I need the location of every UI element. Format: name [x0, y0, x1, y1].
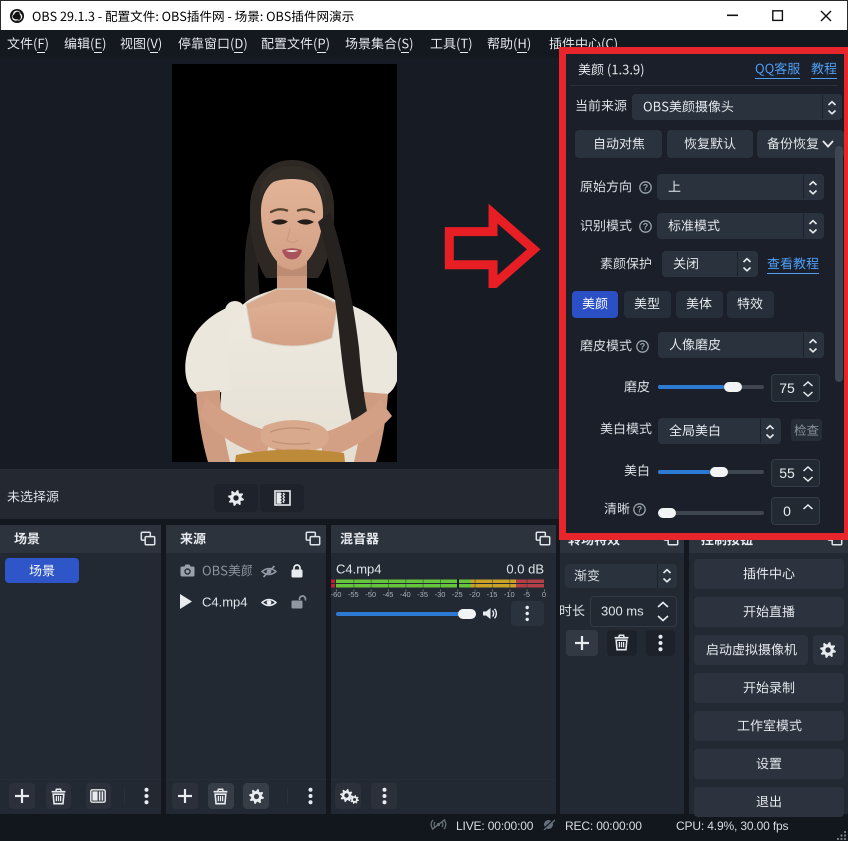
svg-text:-20: -20 [469, 590, 480, 598]
svg-text:0: 0 [542, 590, 546, 598]
svg-text:-60: -60 [331, 590, 341, 598]
svg-text:-25: -25 [452, 590, 463, 598]
svg-text:-55: -55 [348, 590, 359, 598]
svg-text:-10: -10 [504, 590, 515, 598]
svg-text:-5: -5 [523, 590, 530, 598]
svg-text:-40: -40 [400, 590, 411, 598]
svg-text:-50: -50 [365, 590, 376, 598]
svg-text:-30: -30 [435, 590, 446, 598]
svg-text:-15: -15 [487, 590, 498, 598]
svg-text:-45: -45 [383, 590, 394, 598]
svg-text:-35: -35 [417, 590, 428, 598]
